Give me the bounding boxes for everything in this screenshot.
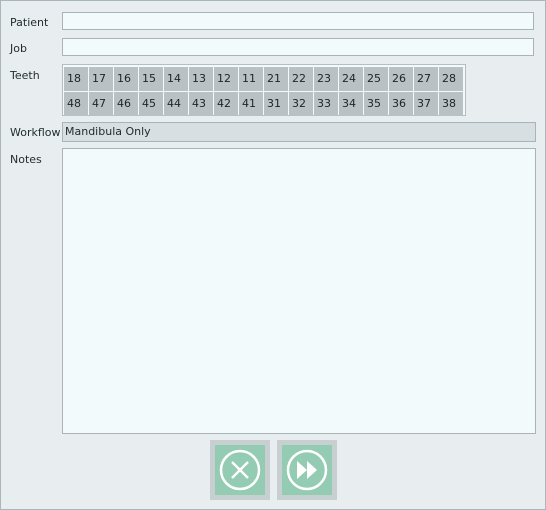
workflow-field[interactable]: Mandibula Only [62,122,536,142]
tooth-48[interactable]: 48 [64,92,88,116]
job-input[interactable] [62,38,534,56]
job-label: Job [10,42,27,55]
teeth-selector: 18 17 16 15 14 13 12 11 21 22 23 24 25 26 27 28 48 47 46 45… [62,64,466,116]
tooth-45[interactable]: 45 [139,92,163,116]
tooth-42[interactable]: 42 [214,92,238,116]
tooth-37[interactable]: 37 [414,92,438,116]
tooth-14[interactable]: 14 [164,67,188,91]
notes-label: Notes [10,153,42,166]
tooth-23[interactable]: 23 [314,67,338,91]
tooth-34[interactable]: 34 [339,92,363,116]
tooth-44[interactable]: 44 [164,92,188,116]
tooth-16[interactable]: 16 [114,67,138,91]
tooth-26[interactable]: 26 [389,67,413,91]
tooth-31[interactable]: 31 [264,92,288,116]
tooth-27[interactable]: 27 [414,67,438,91]
tooth-25[interactable]: 25 [364,67,388,91]
tooth-13[interactable]: 13 [189,67,213,91]
tooth-15[interactable]: 15 [139,67,163,91]
tooth-18[interactable]: 18 [64,67,88,91]
next-button[interactable] [277,440,337,500]
tooth-38[interactable]: 38 [439,92,463,116]
tooth-46[interactable]: 46 [114,92,138,116]
tooth-33[interactable]: 33 [314,92,338,116]
tooth-43[interactable]: 43 [189,92,213,116]
close-circle-icon [219,449,261,491]
tooth-32[interactable]: 32 [289,92,313,116]
dialog-window: Patient Job Teeth 18 17 16 15 14 13 12 11 21 22 23… [0,0,546,510]
tooth-21[interactable]: 21 [264,67,288,91]
tooth-17[interactable]: 17 [89,67,113,91]
tooth-11[interactable]: 11 [239,67,263,91]
tooth-36[interactable]: 36 [389,92,413,116]
tooth-24[interactable]: 24 [339,67,363,91]
tooth-35[interactable]: 35 [364,92,388,116]
tooth-41[interactable]: 41 [239,92,263,116]
workflow-label: Workflow [10,126,61,139]
tooth-12[interactable]: 12 [214,67,238,91]
patient-input[interactable] [62,12,534,30]
tooth-22[interactable]: 22 [289,67,313,91]
fast-forward-circle-icon [286,449,328,491]
patient-label: Patient [10,16,49,29]
cancel-button[interactable] [210,440,270,500]
tooth-47[interactable]: 47 [89,92,113,116]
notes-textarea[interactable] [62,148,536,434]
teeth-label: Teeth [10,69,40,82]
tooth-28[interactable]: 28 [439,67,463,91]
